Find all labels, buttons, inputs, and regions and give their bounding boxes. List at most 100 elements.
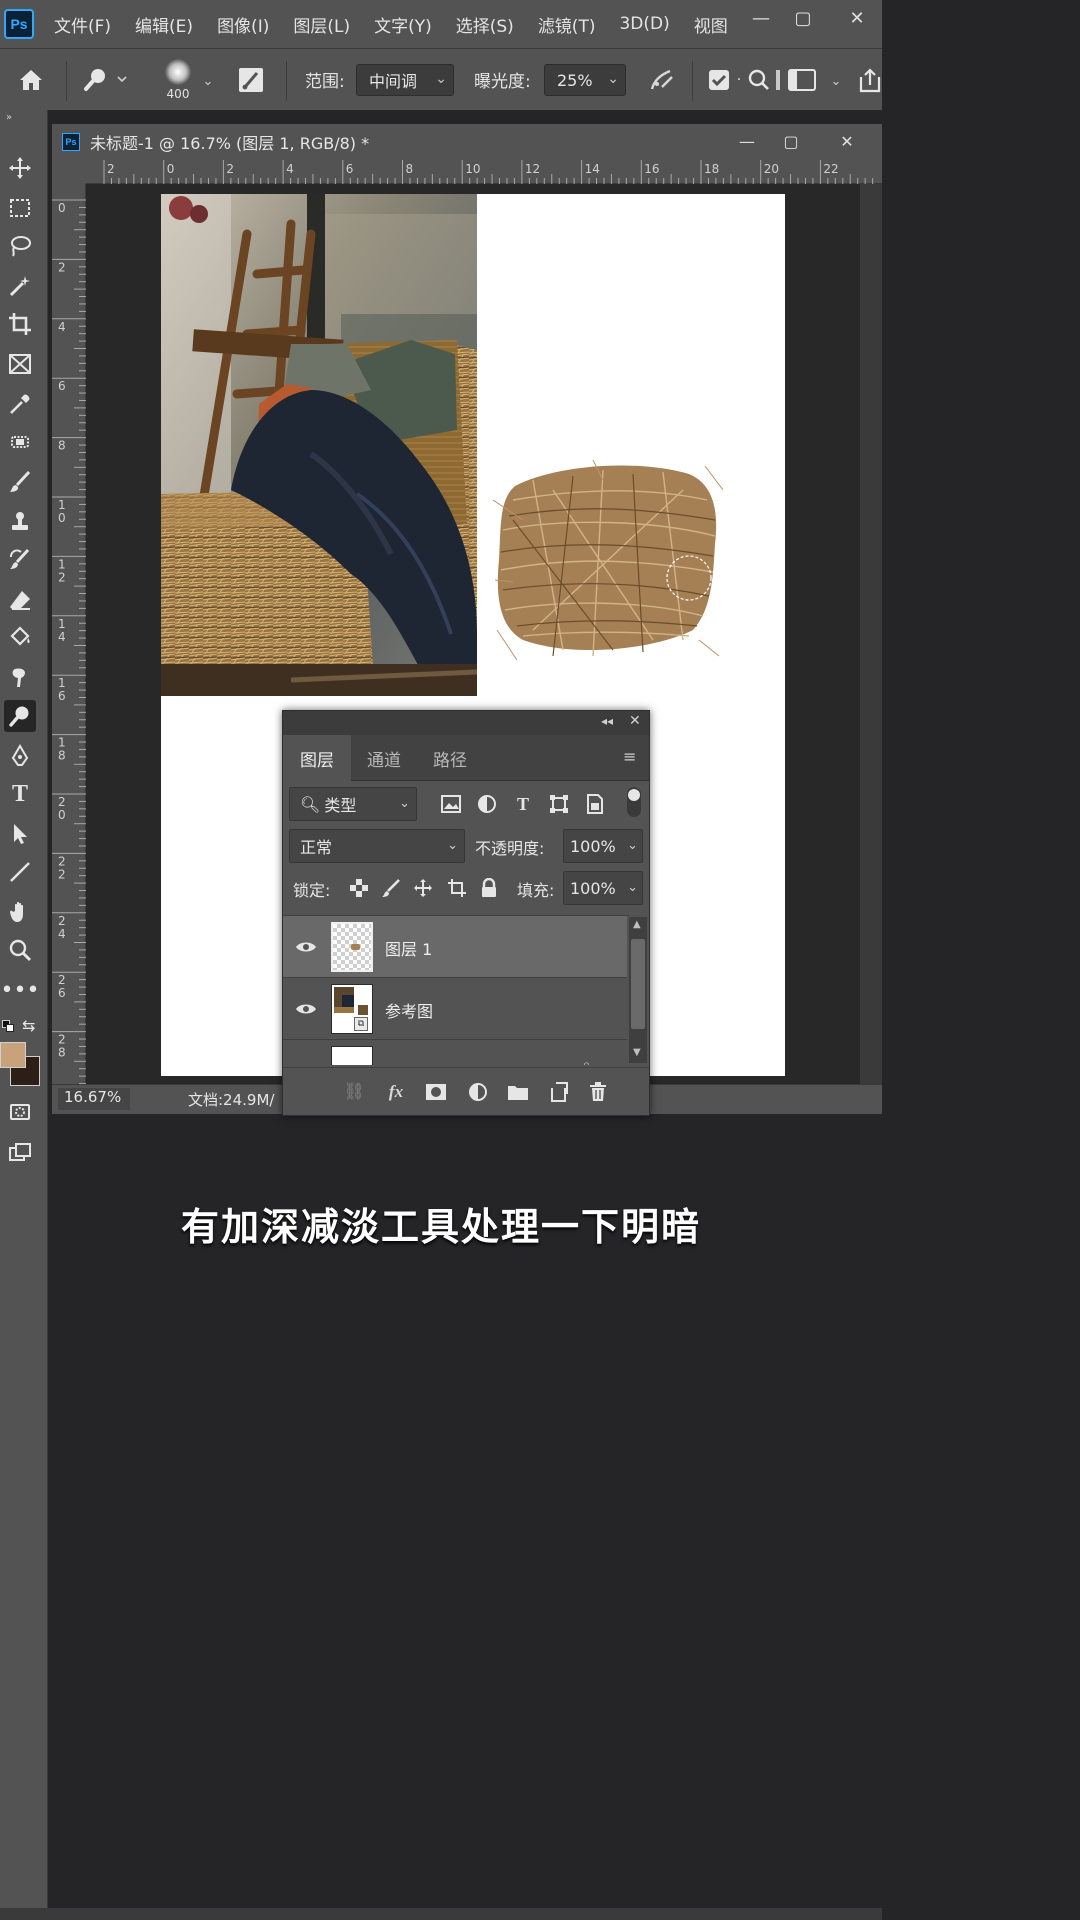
panel-header[interactable]: ◂◂ ✕ — [283, 711, 649, 735]
close-icon[interactable]: ✕ — [629, 713, 641, 729]
menu-select[interactable]: 选择(S) — [456, 12, 514, 37]
brush-size-picker[interactable]: 400 — [158, 55, 198, 105]
filter-kind-select[interactable]: 🔍︎ 类型 ⌄ — [289, 787, 417, 821]
menu-file[interactable]: 文件(F) — [54, 12, 111, 37]
layer-name[interactable]: 图层 1 — [385, 936, 432, 960]
new-layer-icon[interactable] — [545, 1080, 571, 1104]
vertical-scrollbar[interactable] — [860, 184, 882, 1084]
default-colors-icon[interactable] — [2, 1020, 14, 1032]
line-tool-icon[interactable] — [4, 856, 36, 888]
layer-row-background[interactable]: 背景 🔒︎ — [283, 1040, 627, 1065]
layer-name[interactable]: 背景 — [385, 1060, 417, 1065]
clone-stamp-tool-icon[interactable] — [4, 506, 36, 538]
tool-preset-picker[interactable] — [78, 65, 132, 95]
filter-type-icon[interactable]: T — [511, 792, 535, 816]
move-tool-icon[interactable] — [4, 152, 36, 184]
lasso-tool-icon[interactable] — [4, 230, 36, 262]
tab-channels[interactable]: 通道 — [351, 735, 417, 781]
workspace-icon[interactable] — [774, 65, 822, 95]
filter-shape-icon[interactable] — [547, 792, 571, 816]
share-icon[interactable] — [856, 65, 882, 95]
smudge-tool-icon[interactable] — [4, 662, 36, 694]
tab-paths[interactable]: 路径 — [417, 735, 483, 781]
search-icon[interactable] — [746, 65, 772, 95]
brush-settings-icon[interactable] — [236, 65, 266, 95]
type-tool-icon[interactable]: T — [4, 778, 36, 810]
delete-layer-trash-icon[interactable] — [585, 1080, 611, 1104]
chevron-down-icon[interactable]: ⌄ — [198, 71, 218, 91]
visibility-eye-icon[interactable] — [293, 1058, 319, 1065]
add-mask-icon[interactable] — [423, 1080, 449, 1104]
new-group-folder-icon[interactable] — [505, 1080, 531, 1104]
layer-row-reference[interactable]: ⧉ 参考图 — [283, 978, 627, 1040]
screen-mode-icon[interactable] — [4, 1136, 36, 1168]
frame-tool-icon[interactable] — [4, 348, 36, 380]
chevron-down-icon[interactable]: ⌄ — [826, 71, 846, 91]
zoom-tool-icon[interactable] — [4, 934, 36, 966]
restore-icon[interactable]: ▢ — [788, 6, 818, 30]
new-adjustment-layer-icon[interactable] — [465, 1080, 491, 1104]
protect-tones-checkbox[interactable] — [706, 67, 732, 93]
close-icon[interactable]: ✕ — [832, 129, 862, 153]
document-tab[interactable]: Ps 未标题-1 @ 16.7% (图层 1, RGB/8) * — ▢ ✕ — [52, 124, 882, 160]
menu-3d[interactable]: 3D(D) — [619, 14, 669, 34]
marquee-tool-icon[interactable] — [4, 192, 36, 224]
eyedropper-tool-icon[interactable] — [4, 388, 36, 420]
path-selection-tool-icon[interactable] — [4, 818, 36, 850]
airbrush-icon[interactable] — [646, 65, 678, 95]
vertical-ruler[interactable]: 0246810121416182022242628 — [52, 184, 86, 1085]
document-info[interactable]: 文档:24.9M/ — [188, 1089, 274, 1110]
lock-artboard-icon[interactable] — [445, 876, 469, 900]
healing-brush-tool-icon[interactable] — [4, 426, 36, 458]
quick-mask-icon[interactable] — [4, 1096, 36, 1128]
layer-name[interactable]: 参考图 — [385, 998, 433, 1022]
exposure-input[interactable]: 25% ⌄ — [544, 64, 626, 96]
eraser-tool-icon[interactable] — [4, 584, 36, 616]
minimize-icon[interactable]: — — [746, 6, 776, 30]
visibility-eye-icon[interactable] — [293, 934, 319, 960]
layer-row-layer1[interactable]: 图层 1 — [283, 916, 627, 978]
minimize-icon[interactable]: — — [732, 129, 762, 153]
menu-filter[interactable]: 滤镜(T) — [538, 12, 596, 37]
close-icon[interactable]: ✕ — [842, 6, 872, 30]
lock-all-icon[interactable] — [477, 876, 501, 900]
photoshop-logo-icon[interactable]: Ps — [4, 9, 34, 39]
dodge-tool-icon[interactable] — [4, 700, 36, 732]
horizontal-ruler[interactable]: 2 0 2 4 6 8 10 12 14 16 18 20 22 — [86, 160, 882, 184]
swap-colors-icon[interactable]: ⇆ — [22, 1016, 35, 1035]
filter-smart-object-icon[interactable] — [583, 792, 607, 816]
lock-transparent-icon[interactable] — [347, 876, 371, 900]
magic-wand-tool-icon[interactable] — [4, 270, 36, 302]
paint-bucket-tool-icon[interactable] — [4, 622, 36, 654]
brush-tool-icon[interactable] — [4, 466, 36, 498]
layer-style-fx-icon[interactable]: fx — [383, 1080, 409, 1104]
lock-pixels-icon[interactable] — [379, 876, 403, 900]
hand-tool-icon[interactable] — [4, 896, 36, 928]
link-layers-icon[interactable]: ⛓︎ — [341, 1080, 367, 1104]
pen-tool-icon[interactable] — [4, 740, 36, 772]
menu-edit[interactable]: 编辑(E) — [135, 12, 193, 37]
more-tools-icon[interactable]: ••• — [1, 974, 40, 1006]
menu-view[interactable]: 视图 — [694, 12, 728, 37]
range-select[interactable]: 中间调 ⌄ — [356, 64, 454, 96]
layers-scrollbar[interactable]: ▲ ▼ — [629, 917, 647, 1063]
crop-tool-icon[interactable] — [4, 308, 36, 340]
tab-layers[interactable]: 图层 — [283, 735, 351, 781]
filter-toggle[interactable] — [627, 787, 641, 817]
lock-position-icon[interactable] — [411, 876, 435, 900]
opacity-input[interactable]: 100% ⌄ — [563, 829, 643, 863]
menu-image[interactable]: 图像(I) — [217, 12, 269, 37]
collapse-toolbar-icon[interactable]: » — [6, 112, 12, 123]
panel-menu-icon[interactable]: ≡ — [623, 747, 636, 766]
foreground-color-swatch[interactable] — [0, 1042, 26, 1068]
fill-input[interactable]: 100% ⌄ — [563, 871, 643, 905]
filter-pixel-icon[interactable] — [439, 792, 463, 816]
zoom-level-input[interactable]: 16.67% — [58, 1088, 130, 1110]
collapse-panel-icon[interactable]: ◂◂ — [601, 714, 613, 728]
menu-type[interactable]: 文字(Y) — [374, 12, 432, 37]
blend-mode-select[interactable]: 正常 ⌄ — [289, 829, 465, 863]
home-icon[interactable] — [14, 65, 48, 95]
restore-icon[interactable]: ▢ — [776, 129, 806, 153]
filter-adjustment-icon[interactable] — [475, 792, 499, 816]
history-brush-tool-icon[interactable] — [4, 544, 36, 576]
